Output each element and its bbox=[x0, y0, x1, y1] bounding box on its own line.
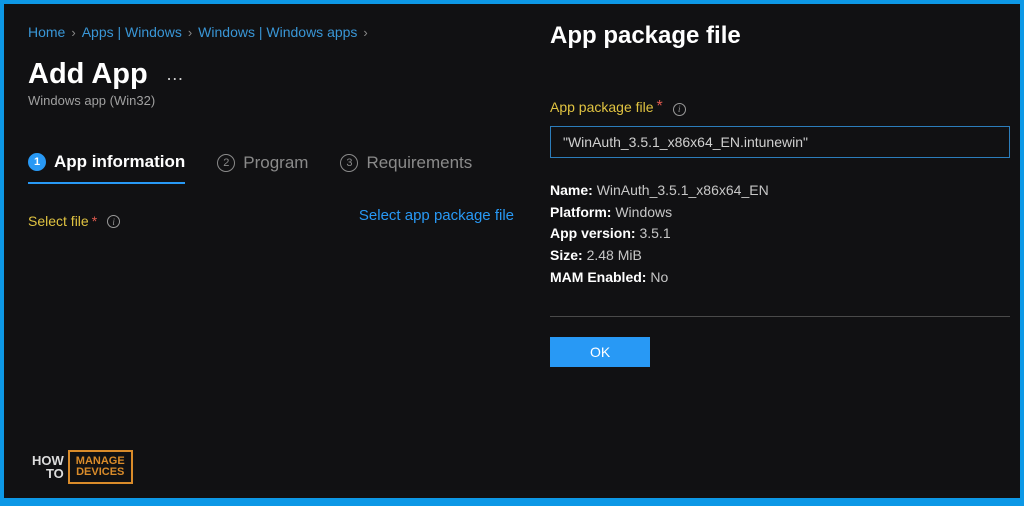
chevron-right-icon: › bbox=[363, 25, 367, 40]
tab-requirements[interactable]: 3 Requirements bbox=[340, 152, 472, 184]
page-subtitle: Windows app (Win32) bbox=[28, 93, 524, 108]
meta-name-label: Name: bbox=[550, 182, 593, 198]
package-metadata: Name: WinAuth_3.5.1_x86x64_EN Platform: … bbox=[550, 180, 1016, 288]
required-asterisk: * bbox=[657, 98, 663, 116]
page-title: Add App bbox=[28, 58, 148, 91]
tab-app-information[interactable]: 1 App information bbox=[28, 152, 185, 184]
tab-label: Program bbox=[243, 153, 308, 173]
tab-label: Requirements bbox=[366, 153, 472, 173]
meta-size-label: Size: bbox=[550, 247, 583, 263]
select-file-label: Select file bbox=[28, 213, 89, 229]
watermark-text: DEVICES bbox=[76, 467, 125, 478]
watermark-text: TO bbox=[32, 467, 64, 480]
meta-mam-value: No bbox=[650, 269, 668, 285]
tab-label: App information bbox=[54, 152, 185, 172]
panel-title: App package file bbox=[550, 22, 1016, 50]
chevron-right-icon: › bbox=[188, 25, 192, 40]
breadcrumb: Home › Apps | Windows › Windows | Window… bbox=[28, 24, 524, 40]
wizard-tabs: 1 App information 2 Program 3 Requiremen… bbox=[28, 152, 524, 185]
meta-version-value: 3.5.1 bbox=[639, 225, 670, 241]
ok-button[interactable]: OK bbox=[550, 337, 650, 367]
required-asterisk: * bbox=[92, 213, 97, 229]
breadcrumb-apps-windows[interactable]: Apps | Windows bbox=[82, 24, 182, 40]
tab-program[interactable]: 2 Program bbox=[217, 152, 308, 184]
divider bbox=[550, 316, 1010, 317]
app-package-file-label: App package file bbox=[550, 99, 654, 115]
meta-platform-value: Windows bbox=[615, 204, 672, 220]
tab-step-number: 3 bbox=[340, 154, 358, 172]
breadcrumb-home[interactable]: Home bbox=[28, 24, 65, 40]
tab-step-number: 2 bbox=[217, 154, 235, 172]
meta-size-value: 2.48 MiB bbox=[587, 247, 642, 263]
meta-mam-label: MAM Enabled: bbox=[550, 269, 646, 285]
watermark-logo: HOW TO MANAGE DEVICES bbox=[32, 450, 133, 484]
breadcrumb-windows-apps[interactable]: Windows | Windows apps bbox=[198, 24, 357, 40]
app-package-file-input[interactable] bbox=[550, 126, 1010, 158]
meta-version-label: App version: bbox=[550, 225, 636, 241]
meta-platform-label: Platform: bbox=[550, 204, 611, 220]
chevron-right-icon: › bbox=[71, 25, 75, 40]
tab-step-number: 1 bbox=[28, 153, 46, 171]
meta-name-value: WinAuth_3.5.1_x86x64_EN bbox=[597, 182, 769, 198]
select-app-package-file-link[interactable]: Select app package file bbox=[314, 207, 514, 224]
info-icon[interactable]: i bbox=[673, 103, 686, 116]
more-actions-button[interactable]: … bbox=[166, 64, 186, 85]
info-icon[interactable]: i bbox=[107, 215, 120, 228]
